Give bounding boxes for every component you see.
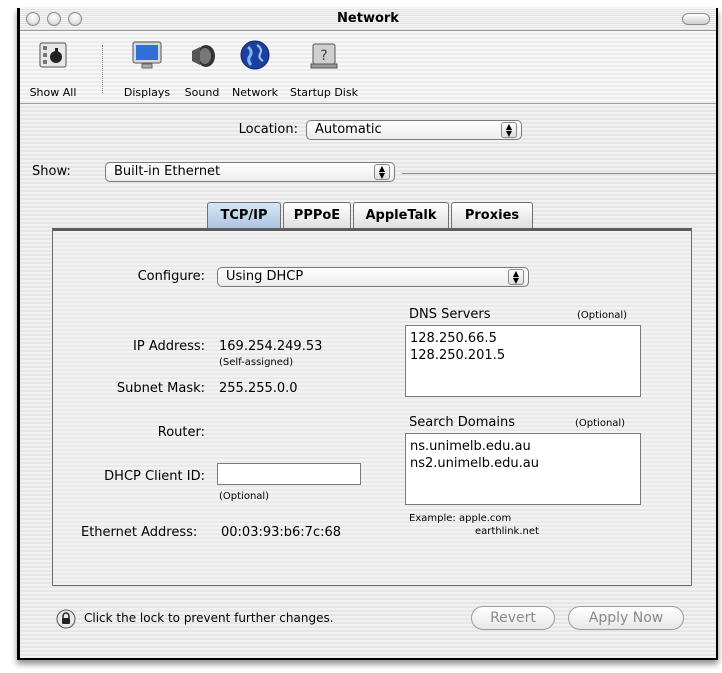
example-value: apple.com (459, 513, 512, 524)
disk-icon: ? (310, 43, 338, 69)
search-domains-label: Search Domains (409, 415, 516, 430)
configure-popup[interactable]: Using DHCP ▲ ▼ (217, 267, 529, 287)
tab-pppoe[interactable]: PPPoE (283, 202, 351, 230)
configure-value: Using DHCP (226, 269, 304, 284)
location-label: Location: (238, 122, 298, 137)
example-value: earthlink.net (475, 526, 539, 537)
tab-tcpip[interactable]: TCP/IP (207, 202, 281, 230)
displays-label: Displays (123, 86, 171, 99)
show-popup[interactable]: Built-in Ethernet ▲ ▼ (105, 162, 395, 182)
display-icon (132, 41, 162, 69)
toolbar-startup-disk[interactable]: ? Startup Disk (286, 31, 362, 103)
toolbar: Show All Displays Sound Network ? Startu… (20, 31, 716, 104)
apple-icon (39, 42, 67, 68)
show-value: Built-in Ethernet (114, 164, 221, 179)
show-all-label: Show All (29, 86, 77, 99)
dhcp-client-id-field[interactable] (217, 463, 361, 485)
toolbar-sound[interactable]: Sound (180, 31, 224, 103)
dns-servers-list[interactable]: 128.250.66.5 128.250.201.5 (405, 325, 641, 397)
network-label: Network (232, 86, 278, 99)
list-item: 128.250.66.5 (410, 331, 497, 346)
search-domains-list[interactable]: ns.unimelb.edu.au ns2.unimelb.edu.au (405, 433, 641, 505)
svg-text:?: ? (320, 48, 327, 64)
tcpip-panel: Configure: Using DHCP ▲ ▼ IP Address: 169… (52, 228, 692, 586)
show-label: Show: (32, 164, 71, 179)
toolbar-network[interactable]: Network (226, 31, 284, 103)
toolbar-displays[interactable]: Displays (116, 31, 178, 103)
ip-address-label: IP Address: (133, 339, 205, 354)
tab-proxies[interactable]: Proxies (451, 202, 533, 230)
popup-arrows-icon: ▲ ▼ (374, 164, 390, 180)
search-optional-note: (Optional) (575, 418, 626, 429)
globe-icon (240, 40, 270, 70)
subnet-mask-label: Subnet Mask: (116, 381, 205, 396)
lock-icon[interactable] (56, 609, 76, 629)
subnet-mask-value: 255.255.0.0 (219, 381, 298, 396)
configure-label: Configure: (137, 269, 205, 284)
apply-now-button[interactable]: Apply Now (568, 606, 684, 630)
ip-self-assigned-note: (Self-assigned) (219, 357, 294, 368)
popup-arrows-icon: ▲ ▼ (508, 269, 524, 285)
example-label: Example: (409, 513, 456, 524)
dhcp-client-id-label: DHCP Client ID: (104, 469, 205, 484)
network-preferences-window: Network Show All Displays Sound Network … (17, 8, 718, 660)
list-item: ns2.unimelb.edu.au (410, 456, 539, 471)
window-title: Network (337, 11, 399, 26)
sound-label: Sound (184, 86, 220, 99)
lock-message: Click the lock to prevent further change… (84, 611, 334, 625)
revert-button[interactable]: Revert (471, 606, 555, 630)
tab-appletalk[interactable]: AppleTalk (353, 202, 449, 230)
router-label: Router: (157, 425, 205, 440)
divider (402, 173, 716, 174)
dns-optional-note: (Optional) (577, 310, 628, 321)
toolbar-show-all[interactable]: Show All (20, 31, 86, 103)
ethernet-address-value: 00:03:93:b6:7c:68 (221, 525, 342, 540)
ip-address-value: 169.254.249.53 (219, 339, 323, 354)
popup-arrows-icon: ▲ ▼ (501, 122, 517, 138)
speaker-icon (192, 45, 215, 67)
location-value: Automatic (315, 122, 382, 137)
toolbar-toggle-button[interactable] (682, 13, 710, 25)
list-item: ns.unimelb.edu.au (410, 439, 531, 454)
ethernet-address-label: Ethernet Address: (81, 525, 198, 540)
toolbar-separator (102, 45, 103, 93)
list-item: 128.250.201.5 (410, 348, 506, 363)
startup-disk-label: Startup Disk (290, 86, 358, 99)
dns-servers-label: DNS Servers (409, 307, 491, 322)
dhcp-optional-note: (Optional) (219, 491, 270, 502)
location-popup[interactable]: Automatic ▲ ▼ (306, 120, 522, 140)
title-bar[interactable]: Network (20, 8, 716, 31)
